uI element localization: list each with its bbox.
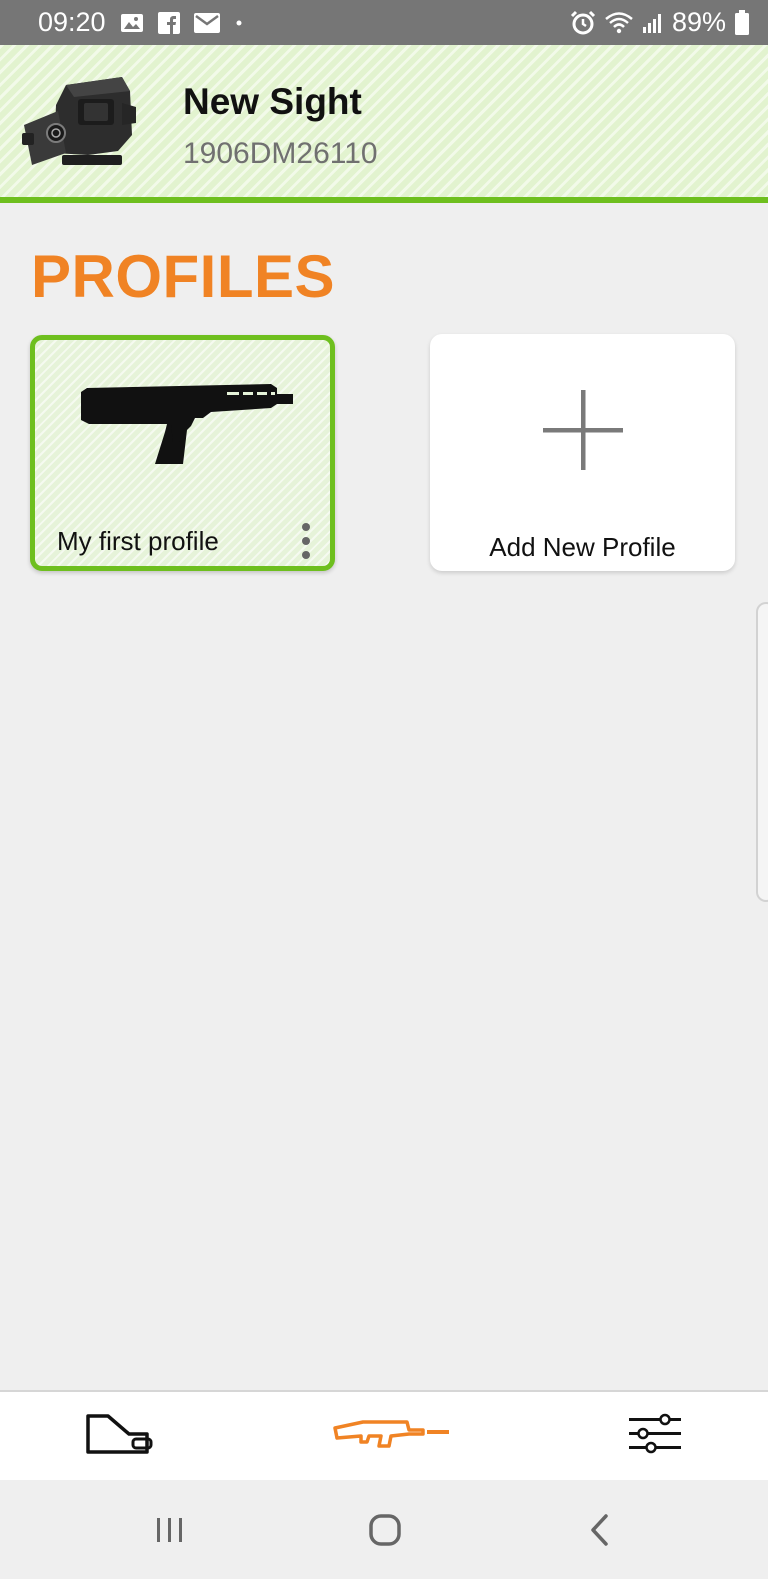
more-options-icon[interactable] bbox=[300, 523, 312, 559]
facebook-icon bbox=[157, 11, 180, 34]
red-dot-sight-image bbox=[18, 73, 140, 171]
battery-icon bbox=[734, 9, 750, 36]
back-icon[interactable] bbox=[570, 1504, 630, 1556]
alarm-icon bbox=[570, 10, 596, 36]
mail-icon bbox=[193, 12, 220, 33]
profile-card[interactable]: My first profile bbox=[30, 335, 335, 571]
device-name: New Sight bbox=[183, 81, 362, 122]
home-icon[interactable] bbox=[355, 1504, 415, 1556]
device-header[interactable]: New Sight 1906DM26110 bbox=[0, 45, 768, 203]
plus-icon bbox=[541, 388, 625, 472]
dot-icon bbox=[234, 18, 244, 28]
android-nav-bar bbox=[0, 1480, 768, 1579]
status-bar: 09:20 89% bbox=[0, 0, 768, 45]
page-title: PROFILES bbox=[31, 243, 336, 310]
sliders-icon bbox=[627, 1412, 683, 1461]
recents-icon[interactable] bbox=[140, 1504, 200, 1556]
profile-label: My first profile bbox=[57, 526, 219, 556]
nav-profiles-tab[interactable] bbox=[330, 1406, 454, 1466]
status-time: 09:20 bbox=[38, 7, 106, 37]
battery-percent: 89% bbox=[671, 7, 726, 37]
sight-icon bbox=[85, 1412, 155, 1461]
bottom-nav bbox=[0, 1390, 768, 1480]
side-panel-handle[interactable] bbox=[756, 602, 768, 902]
shotgun-icon bbox=[75, 382, 297, 472]
device-serial: 1906DM26110 bbox=[183, 137, 378, 170]
rifle-icon bbox=[333, 1416, 451, 1457]
gallery-icon bbox=[120, 12, 144, 34]
nav-sight-tab[interactable] bbox=[80, 1406, 160, 1466]
status-left: 09:20 bbox=[38, 7, 244, 38]
nav-settings-tab[interactable] bbox=[620, 1406, 690, 1466]
signal-icon bbox=[642, 12, 664, 34]
wifi-icon bbox=[604, 11, 634, 35]
status-right: 89% bbox=[570, 7, 750, 38]
add-profile-button[interactable]: Add New Profile bbox=[430, 334, 735, 571]
add-profile-label: Add New Profile bbox=[489, 532, 676, 562]
